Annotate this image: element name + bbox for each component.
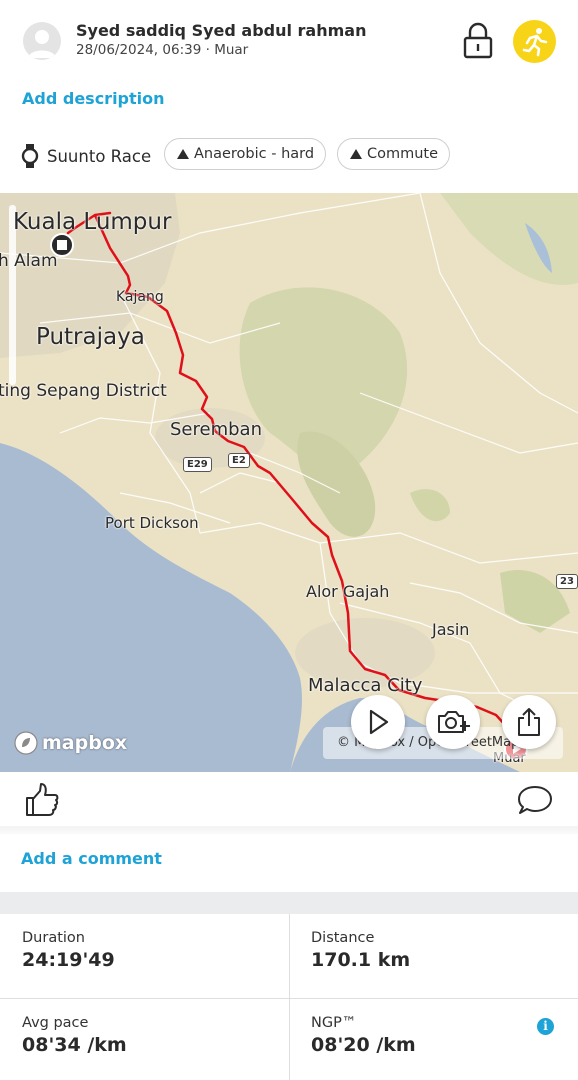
road-shield-e2: E2 — [228, 453, 250, 468]
tag-chip-anaerobic[interactable]: Anaerobic - hard — [164, 138, 327, 170]
map-label-seremban: Seremban — [170, 419, 262, 440]
stat-avg-pace: Avg pace 08'34 /km — [0, 999, 289, 1080]
comment-button[interactable] — [517, 784, 553, 818]
activity-location: Muar — [214, 42, 249, 58]
stat-value: 24:19'49 — [22, 949, 115, 971]
stat-label: Distance — [311, 930, 375, 946]
thumbs-up-icon — [26, 783, 59, 816]
add-description-link[interactable]: Add description — [22, 89, 165, 108]
stat-ngp: NGP™ 08'20 /km — [289, 999, 578, 1080]
avatar-placeholder-icon — [28, 30, 56, 58]
road-shield-e29: E29 — [183, 457, 212, 472]
meta-separator: · — [205, 42, 210, 58]
activity-date-location: 28/06/2024, 06:39 · Muar — [76, 42, 248, 58]
grid-divider-horizontal — [0, 998, 578, 999]
section-divider — [0, 826, 578, 834]
add-comment-link[interactable]: Add a comment — [21, 849, 162, 868]
activity-header: Syed saddiq Syed abdul rahman 28/06/2024… — [0, 0, 578, 82]
stat-label: NGP™ — [311, 1015, 357, 1031]
stat-distance: Distance 170.1 km — [289, 914, 578, 998]
stat-value: 08'34 /km — [22, 1034, 127, 1056]
triangle-icon — [350, 149, 362, 159]
mapbox-logo[interactable]: mapbox — [13, 729, 127, 757]
lock-icon — [463, 22, 493, 59]
chip-label: Commute — [367, 146, 439, 162]
map-label-jasin: Jasin — [432, 620, 470, 639]
map-label-malacca: Malacca City — [308, 675, 423, 696]
stat-value: 170.1 km — [311, 949, 411, 971]
chip-label: Anaerobic - hard — [194, 146, 315, 162]
map-label-port-dickson: Port Dickson — [105, 514, 199, 532]
speech-bubble-icon — [518, 786, 552, 814]
road-shield-23: 23 — [556, 574, 578, 589]
privacy-lock-button[interactable] — [461, 22, 495, 60]
map-base — [0, 193, 578, 772]
device-name: Suunto Race — [47, 146, 152, 166]
map-label-putrajaya: Putrajaya — [36, 324, 145, 350]
mapbox-logo-text: mapbox — [42, 732, 128, 754]
tags-row: Suunto Race Anaerobic - hard Commute — [0, 136, 578, 176]
triangle-icon — [177, 149, 189, 159]
like-button[interactable] — [24, 782, 60, 818]
route-map[interactable]: Kuala Lumpur h Alam Kajang Putrajaya tin… — [0, 193, 578, 772]
stat-label: Avg pace — [22, 1015, 89, 1031]
share-button[interactable] — [502, 695, 556, 749]
mapbox-logo-icon — [14, 731, 38, 755]
map-label-alor-gajah: Alor Gajah — [306, 582, 390, 601]
activity-datetime: 28/06/2024, 06:39 — [76, 42, 202, 58]
share-icon — [518, 708, 540, 736]
social-actions — [0, 772, 578, 828]
sport-type-badge — [513, 20, 556, 63]
tag-chip-commute[interactable]: Commute — [337, 138, 451, 170]
device-info: Suunto Race — [21, 143, 151, 169]
stat-label: Duration — [22, 930, 85, 946]
map-label-kajang: Kajang — [116, 289, 164, 305]
running-icon — [522, 28, 548, 57]
add-photo-icon — [438, 711, 470, 733]
stats-grid: Duration 24:19'49 Distance 170.1 km Avg … — [0, 914, 578, 1080]
add-photo-button[interactable] — [426, 695, 480, 749]
section-separator — [0, 892, 578, 914]
stat-value: 08'20 /km — [311, 1034, 416, 1056]
play-icon — [369, 709, 389, 735]
stat-duration: Duration 24:19'49 — [0, 914, 289, 998]
grid-divider-vertical — [289, 914, 290, 1080]
map-label-shah-alam: h Alam — [0, 251, 58, 271]
watch-icon — [21, 144, 39, 168]
map-label-kuala-lumpur: Kuala Lumpur — [13, 209, 172, 235]
user-avatar[interactable] — [23, 22, 61, 60]
map-label-sepang: ting Sepang District — [0, 381, 167, 401]
play-route-button[interactable] — [351, 695, 405, 749]
ngp-info-icon[interactable]: i — [537, 1018, 554, 1035]
user-name[interactable]: Syed saddiq Syed abdul rahman — [76, 21, 366, 40]
